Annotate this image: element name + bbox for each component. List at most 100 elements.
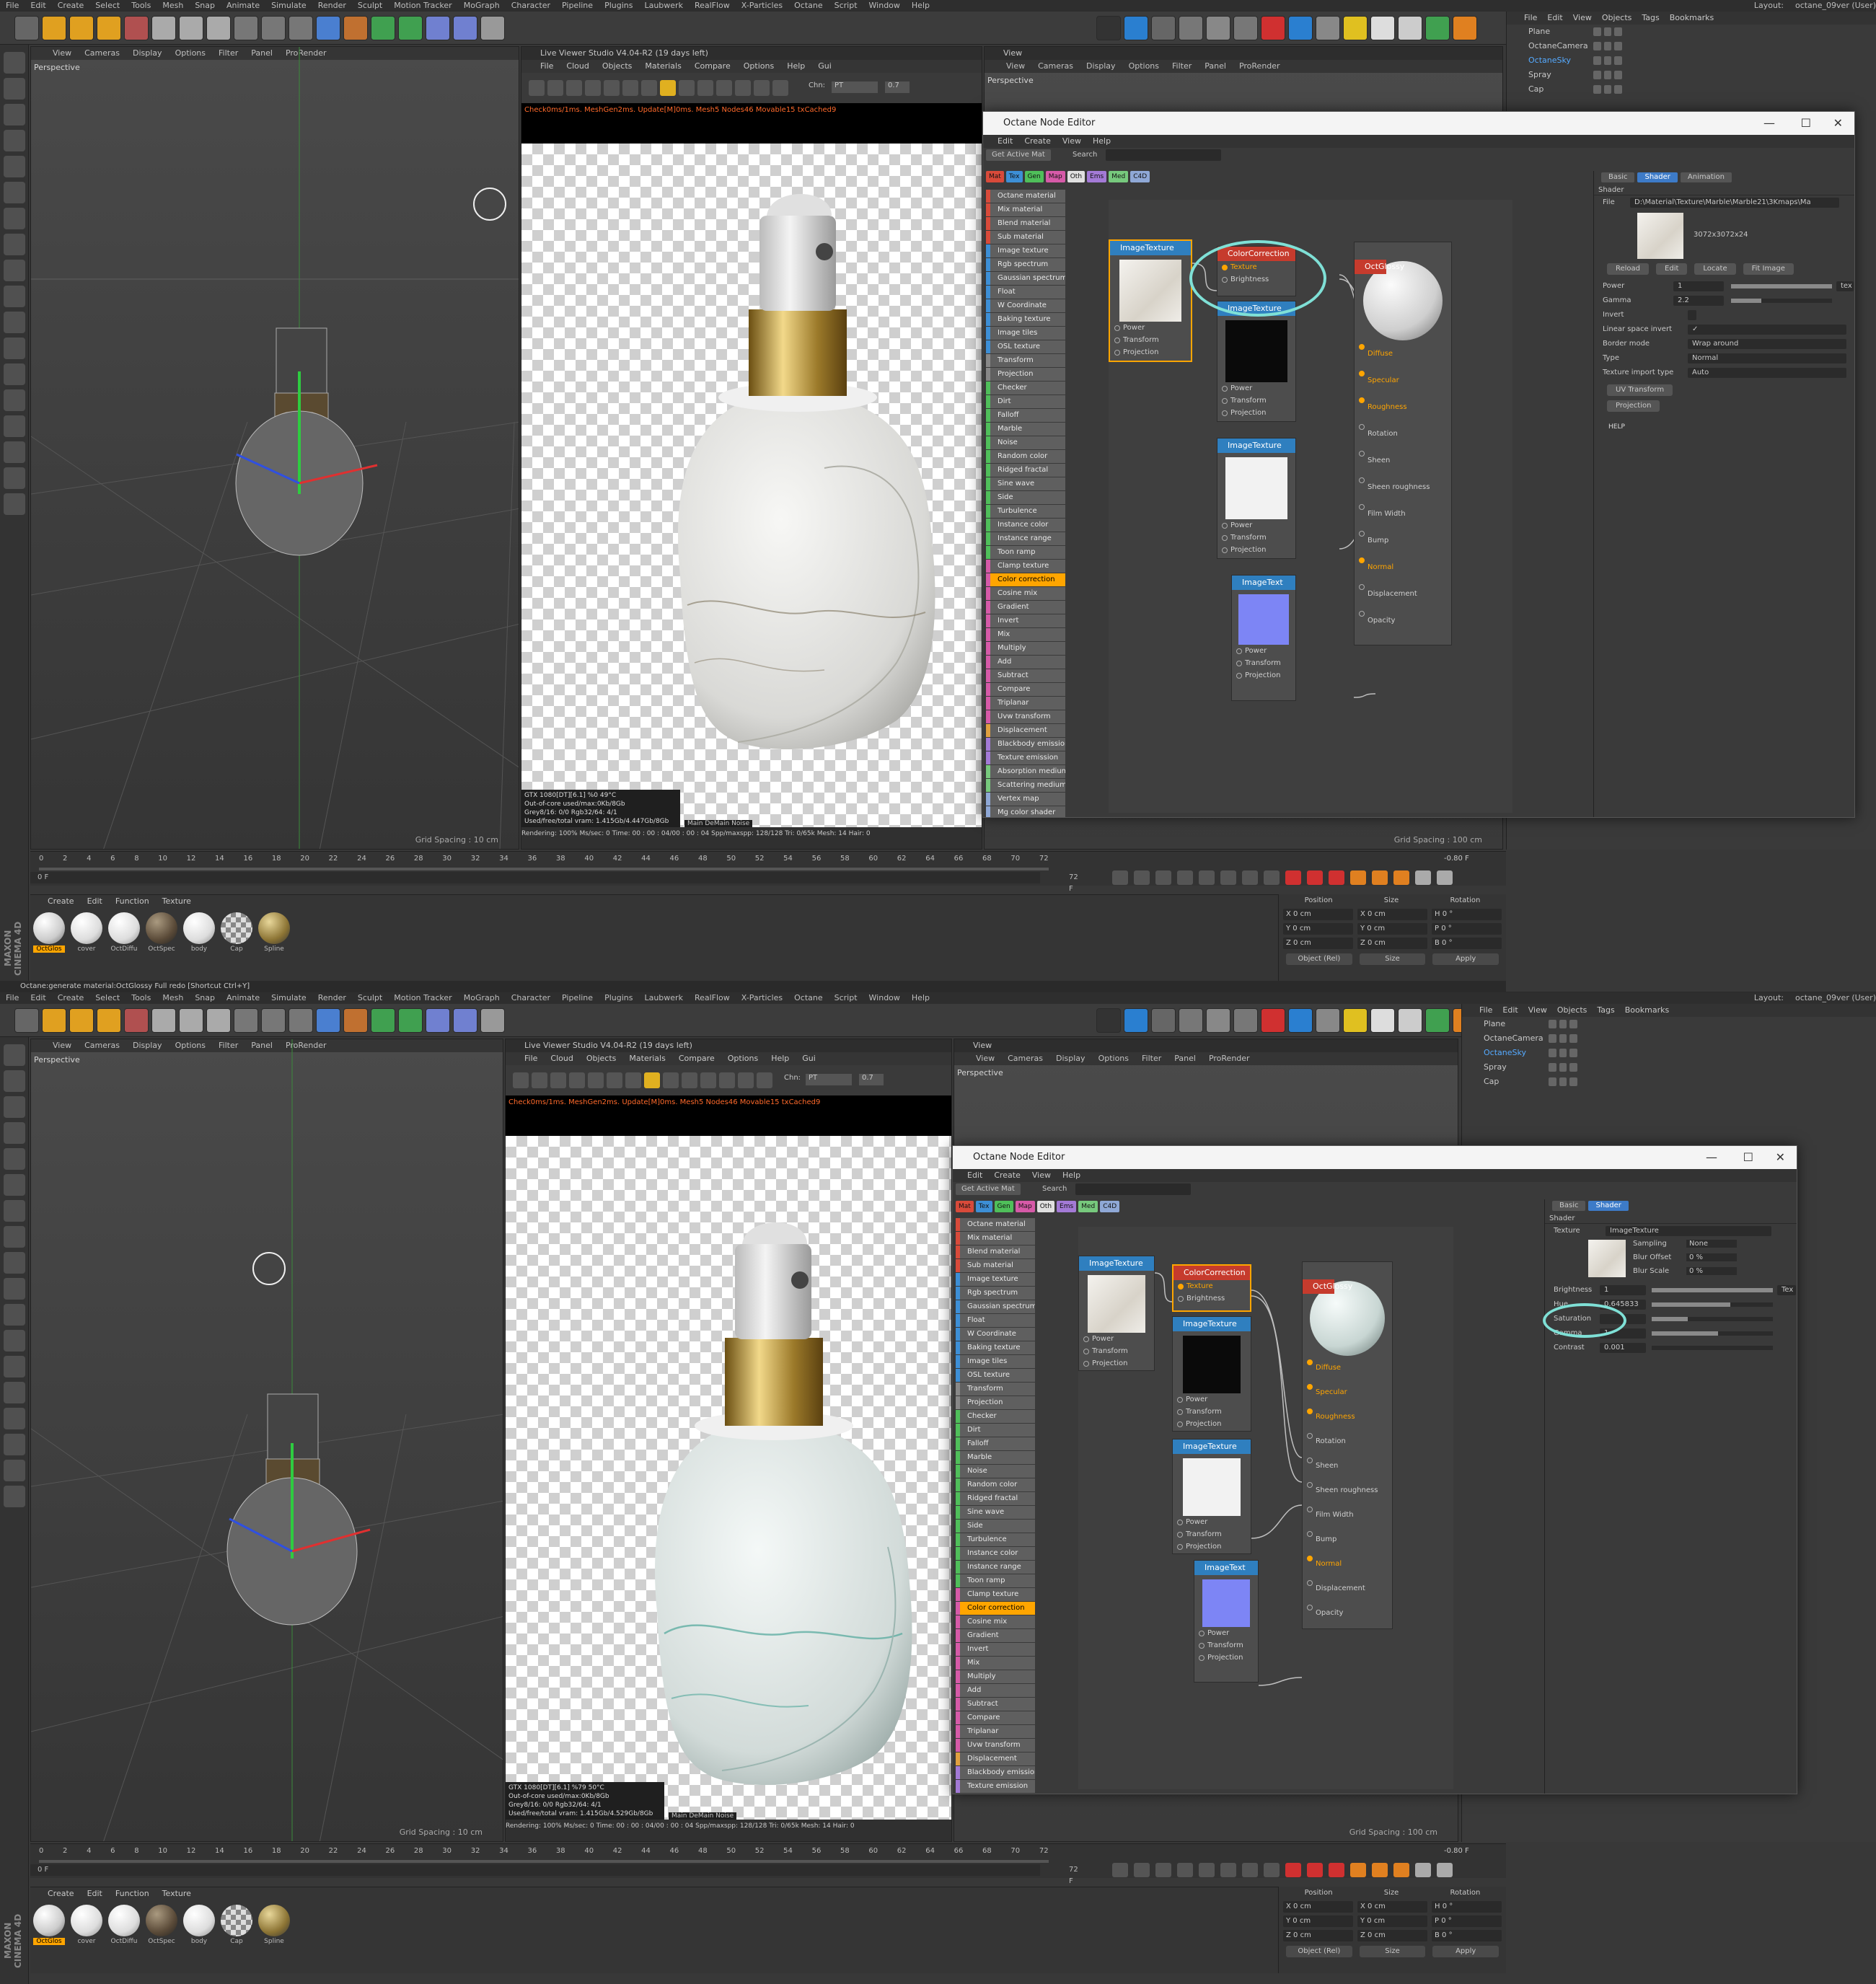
file-button[interactable]: Locate	[1694, 263, 1736, 275]
node-pin[interactable]: Projection	[1217, 407, 1295, 419]
material-menu-item[interactable]: Texture	[162, 895, 191, 908]
node-list-item[interactable]: Octane material	[986, 190, 1065, 203]
left-tool-icon[interactable]	[4, 286, 25, 307]
object-menu-item[interactable]: Tags	[1597, 1004, 1614, 1017]
tag-icon[interactable]	[1569, 1020, 1578, 1028]
get-active-mat-button[interactable]: Get Active Mat	[956, 1183, 1021, 1195]
node-octglossy[interactable]: OctGlossy Diffuse Specular Roughness Rotati…	[1302, 1261, 1393, 1629]
tag-icon[interactable]	[1549, 1049, 1556, 1057]
coord-field[interactable]: P 0 °	[1432, 1915, 1502, 1927]
object-row[interactable]: Spray	[1462, 1060, 1876, 1075]
tag-icon[interactable]	[1559, 1020, 1567, 1028]
node-list-item[interactable]: Displacement	[986, 724, 1065, 737]
viewer-tool-icon[interactable]	[566, 80, 582, 96]
node-editor-menu-item[interactable]: Create	[994, 1169, 1021, 1182]
toolbar-tool-icon[interactable]	[343, 1008, 368, 1033]
node-list-item[interactable]: Triplanar	[986, 697, 1065, 710]
menu-realflow[interactable]: RealFlow	[695, 992, 730, 1004]
node-list-item[interactable]: Blend material	[956, 1245, 1035, 1258]
octane-tool-icon[interactable]	[1425, 1008, 1450, 1033]
live-viewer-menu-item[interactable]: Options	[728, 1052, 758, 1065]
attribute-value[interactable]: 1	[1600, 1285, 1646, 1295]
octane-tool-icon[interactable]	[1288, 16, 1313, 40]
toolbar-tool-icon[interactable]	[206, 16, 231, 40]
toolbar-tool-icon[interactable]	[480, 1008, 505, 1033]
material-swatch[interactable]: Cap	[221, 1905, 252, 1945]
tag-icon[interactable]	[1593, 85, 1601, 94]
maximize-icon[interactable]: ☐	[1801, 112, 1811, 135]
node-list-item[interactable]: Instance range	[986, 532, 1065, 545]
menu-script[interactable]: Script	[834, 992, 858, 1004]
timeline[interactable]: 0 2 4 6 8 10 12 14 16 18 20 22 24 26 28 30 32 34 36 38 40 42 4…	[30, 851, 1506, 893]
coord-field[interactable]: B 0 °	[1432, 1930, 1502, 1941]
node-pin[interactable]: Sheen	[1355, 447, 1451, 474]
viewer-tool-icon[interactable]	[682, 1072, 697, 1088]
left-tool-icon[interactable]	[4, 1122, 25, 1144]
viewer-tool-icon[interactable]	[738, 1072, 754, 1088]
maximize-icon[interactable]: ☐	[1743, 1146, 1753, 1169]
octane-tool-icon[interactable]	[1233, 16, 1258, 40]
tag-icon[interactable]	[1569, 1063, 1578, 1072]
node-pin[interactable]: Bump	[1303, 1527, 1392, 1552]
attribute-value[interactable]	[1688, 310, 1696, 320]
node-list-item[interactable]: Sub material	[956, 1259, 1035, 1272]
material-swatch[interactable]: OctSpec	[146, 912, 177, 953]
object-row[interactable]: Cap	[1507, 82, 1876, 97]
node-pin[interactable]: Rotation	[1303, 1429, 1392, 1454]
playback-control-icon[interactable]	[1393, 870, 1409, 885]
node-list-item[interactable]: Invert	[986, 614, 1065, 627]
viewport-menu-item[interactable]: View	[976, 1052, 995, 1065]
playback-control-icon[interactable]	[1220, 1863, 1236, 1877]
node-list-item[interactable]: OSL texture	[956, 1369, 1035, 1382]
node-list-item[interactable]: Displacement	[956, 1752, 1035, 1765]
node-list-item[interactable]: Instance range	[956, 1561, 1035, 1574]
node-pin[interactable]: Roughness	[1355, 394, 1451, 420]
node-pin[interactable]: Projection	[1173, 1540, 1251, 1553]
node-pin[interactable]: Projection	[1232, 669, 1295, 682]
coords-size-select[interactable]: Size	[1359, 1946, 1426, 1957]
menu-mograph[interactable]: MoGraph	[464, 0, 500, 12]
menu-window[interactable]: Window	[869, 0, 900, 12]
node-list-item[interactable]: Rgb spectrum	[986, 258, 1065, 271]
viewer-tool-icon[interactable]	[547, 80, 563, 96]
left-tool-icon[interactable]	[4, 104, 25, 125]
viewport-menu-item[interactable]: Panel	[1205, 60, 1226, 73]
layout-select[interactable]: octane_09ver (User)	[1795, 992, 1876, 1004]
node-pin[interactable]: Roughness	[1303, 1405, 1392, 1429]
left-tool-icon[interactable]	[4, 1408, 25, 1429]
toolbar-tool-icon[interactable]	[151, 1008, 176, 1033]
object-row[interactable]: OctaneSky	[1462, 1046, 1876, 1060]
tag-icon[interactable]	[1549, 1020, 1556, 1028]
left-tool-icon[interactable]	[4, 1382, 25, 1403]
live-viewer-menu-item[interactable]: Materials	[629, 1052, 665, 1065]
layout-select[interactable]: octane_09ver (User)	[1795, 0, 1876, 12]
node-list-item[interactable]: Mix	[956, 1657, 1035, 1670]
node-list-item[interactable]: Clamp texture	[986, 560, 1065, 573]
search-input[interactable]	[1106, 149, 1221, 161]
node-list-item[interactable]: Falloff	[986, 409, 1065, 422]
toolbar-tool-icon[interactable]	[234, 1008, 258, 1033]
tag-icon[interactable]	[1593, 71, 1601, 79]
node-list-item[interactable]: Marble	[986, 423, 1065, 436]
object-row[interactable]: OctaneSky	[1507, 53, 1876, 68]
node-list-item[interactable]: Compare	[956, 1711, 1035, 1724]
file-path-field[interactable]: D:\Material\Texture\Marble\Marble21\3Kma…	[1630, 198, 1839, 208]
material-swatch[interactable]: body	[183, 912, 215, 953]
playback-control-icon[interactable]	[1437, 1863, 1453, 1877]
node-pin[interactable]: Power	[1173, 1393, 1251, 1406]
node-list-item[interactable]: Gradient	[986, 601, 1065, 614]
left-tool-icon[interactable]	[4, 52, 25, 74]
object-row[interactable]: Plane	[1507, 25, 1876, 39]
material-swatch[interactable]: cover	[71, 912, 102, 953]
node-list-item[interactable]: Color correction	[956, 1602, 1035, 1615]
playback-control-icon[interactable]	[1285, 870, 1301, 885]
viewport-menu-item[interactable]: Cameras	[1038, 60, 1073, 73]
playback-control-icon[interactable]	[1134, 870, 1150, 885]
coord-field[interactable]: Z 0 cm	[1357, 938, 1427, 949]
node-list-item[interactable]: Gradient	[956, 1629, 1035, 1642]
tag-icon[interactable]	[1603, 85, 1612, 94]
timeline-track[interactable]	[39, 1860, 1049, 1863]
node-list-item[interactable]: Image tiles	[986, 327, 1065, 340]
coord-field[interactable]: X 0 cm	[1283, 1901, 1353, 1913]
node-category-tab[interactable]: Mat	[956, 1201, 974, 1212]
